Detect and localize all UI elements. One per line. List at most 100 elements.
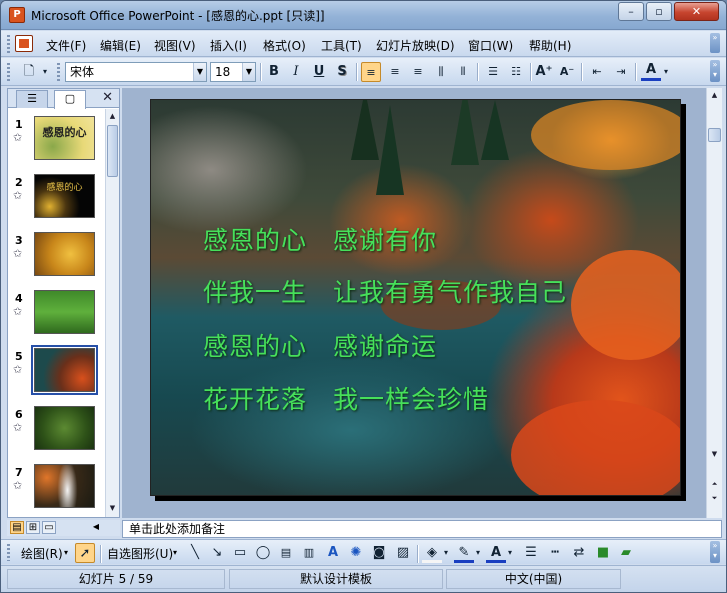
menu-grip[interactable]	[7, 35, 10, 53]
menu-slideshow[interactable]: 幻灯片放映(D)	[376, 37, 455, 54]
scroll-down-arrow-icon[interactable]: ▼	[708, 448, 721, 461]
slide-thumbnail-6[interactable]: 6 ✩	[8, 403, 104, 453]
slide-text-line-4[interactable]: 花开花落 我一样会珍惜	[203, 380, 489, 416]
slide-text-line-3[interactable]: 感恩的心 感谢命运	[203, 327, 437, 363]
bold-button[interactable]: B	[264, 62, 284, 82]
align-center-icon[interactable]: ≡	[385, 62, 405, 82]
text-color-icon[interactable]: A	[486, 543, 506, 563]
font-color-chevron-icon[interactable]: ▾	[661, 62, 671, 82]
decrease-font-button[interactable]: A⁻	[557, 62, 577, 82]
notes-field[interactable]: 单击此处添加备注	[122, 520, 722, 538]
shadow-button[interactable]: S	[332, 62, 352, 82]
scrollbar-thumb[interactable]	[708, 128, 721, 142]
drawing-toolbar-grip[interactable]	[7, 544, 10, 561]
font-color-button[interactable]: A	[641, 62, 661, 81]
menu-insert[interactable]: 插入(I)	[210, 37, 247, 54]
shadow-style-icon[interactable]: ■	[593, 543, 613, 563]
menu-format[interactable]: 格式(O)	[263, 37, 306, 54]
textbox-icon[interactable]: ▤	[276, 543, 296, 563]
align-right-icon[interactable]: ≡	[408, 62, 428, 82]
slide-text-line-1[interactable]: 感恩的心 感谢有你	[203, 221, 437, 257]
font-size-combo[interactable]: 18 ▼	[210, 62, 256, 82]
rectangle-icon[interactable]: ▭	[230, 543, 250, 563]
align-left-icon[interactable]: ≡	[361, 62, 381, 82]
scroll-down-arrow-icon[interactable]: ▼	[107, 502, 118, 515]
increase-font-button[interactable]: A⁺	[534, 62, 554, 82]
slide-thumbnail-4[interactable]: 4 ✩	[8, 287, 104, 337]
draw-menu-button[interactable]: 绘图(R)	[21, 545, 63, 562]
clipart-icon[interactable]: ◙	[369, 543, 389, 563]
slides-pane-scrollbar[interactable]: ▲ ▼	[105, 109, 119, 517]
picture-icon[interactable]: ▨	[393, 543, 413, 563]
chevron-down-icon[interactable]: ▼	[242, 63, 255, 81]
slide-text-line-2[interactable]: 伴我一生 让我有勇气作我自己	[203, 273, 567, 309]
menu-help[interactable]: 帮助(H)	[529, 37, 571, 54]
arrow-icon[interactable]: ↘	[207, 543, 227, 563]
font-name-combo[interactable]: 宋体 ▼	[65, 62, 207, 82]
menu-edit[interactable]: 编辑(E)	[100, 37, 141, 54]
autoshapes-chevron-icon[interactable]: ▾	[173, 548, 177, 557]
tab-slides[interactable]: ▢	[54, 90, 86, 109]
diagram-icon[interactable]: ✺	[346, 543, 366, 563]
fill-color-chevron-icon[interactable]: ▾	[441, 543, 451, 563]
slide-thumbnail-3[interactable]: 3 ✩	[8, 229, 104, 279]
line-color-chevron-icon[interactable]: ▾	[473, 543, 483, 563]
line-icon[interactable]: ╲	[185, 543, 205, 563]
autoshapes-menu-button[interactable]: 自选图形(U)	[107, 545, 173, 562]
fill-color-icon[interactable]: ◈	[422, 543, 442, 563]
line-style-icon[interactable]: ☰	[521, 543, 541, 563]
slide-thumbnail-5[interactable]: 5 ✩	[8, 345, 104, 395]
slide-scrollbar[interactable]: ▲ ▼ ⏶ ⏷	[706, 88, 722, 518]
pane-close-icon[interactable]: ✕	[102, 90, 113, 106]
scrollbar-thumb[interactable]	[107, 125, 118, 177]
menu-view[interactable]: 视图(V)	[154, 37, 196, 54]
decrease-indent-icon[interactable]: ⇤	[587, 62, 607, 82]
numbering-icon[interactable]: ☰	[483, 62, 503, 82]
oval-icon[interactable]: ◯	[253, 543, 273, 563]
distributed-align-icon[interactable]: ⫼	[431, 62, 451, 82]
new-document-icon[interactable]: 🗋	[19, 62, 39, 82]
toolbar-overflow-chevron-icon[interactable]: » ▾	[710, 60, 720, 82]
text-color-chevron-icon[interactable]: ▾	[505, 543, 515, 563]
chevron-down-icon[interactable]: ▼	[193, 63, 206, 81]
document-icon[interactable]	[15, 35, 33, 52]
slideshow-view-icon[interactable]: ▭	[42, 521, 56, 534]
slide-thumbnail-1[interactable]: 1 ✩ 感恩的心	[8, 113, 104, 163]
menu-window[interactable]: 窗口(W)	[468, 37, 513, 54]
3d-style-icon[interactable]: ▰	[616, 543, 636, 563]
arrow-style-icon[interactable]: ⇄	[569, 543, 589, 563]
menu-file[interactable]: 文件(F)	[46, 37, 86, 54]
normal-view-icon[interactable]: ▤	[10, 521, 24, 534]
current-slide[interactable]: 感恩的心 感谢有你 伴我一生 让我有勇气作我自己 感恩的心 感谢命运 花开花落 …	[150, 99, 681, 496]
previous-slide-icon[interactable]: ⏶	[708, 478, 721, 491]
draw-menu-chevron-icon[interactable]: ▾	[64, 548, 68, 557]
select-pointer-icon[interactable]: ➚	[75, 543, 95, 563]
scroll-left-arrow-icon[interactable]: ◀	[89, 521, 103, 534]
slide-sorter-view-icon[interactable]: ⊞	[26, 521, 40, 534]
powerpoint-app-icon[interactable]: P	[9, 7, 25, 23]
line-color-icon[interactable]: ✎	[454, 543, 474, 563]
column-align-icon[interactable]: ⦀	[453, 62, 473, 82]
bullets-icon[interactable]: ☷	[506, 62, 526, 82]
dash-style-icon[interactable]: ┅	[545, 543, 565, 563]
toolbar-grip[interactable]	[7, 63, 10, 81]
drawing-overflow-chevron-icon[interactable]: » ▾	[710, 541, 720, 563]
tab-outline[interactable]: ☰	[16, 90, 48, 108]
slide-thumbnail-7[interactable]: 7 ✩	[8, 461, 104, 511]
toolbar-options-chevron-icon[interactable]: ▾	[39, 62, 51, 82]
vertical-textbox-icon[interactable]: ▥	[299, 543, 319, 563]
next-slide-icon[interactable]: ⏷	[708, 492, 721, 505]
close-button[interactable]: ✕	[674, 2, 719, 21]
scroll-up-arrow-icon[interactable]: ▲	[708, 89, 721, 102]
menu-overflow-chevron-icon[interactable]: »	[710, 33, 720, 53]
scroll-up-arrow-icon[interactable]: ▲	[107, 110, 118, 123]
italic-button[interactable]: I	[286, 62, 306, 82]
toolbar-grip-2[interactable]	[57, 63, 60, 81]
slide-thumbnail-2[interactable]: 2 ✩ 感恩的心	[8, 171, 104, 221]
menu-tools[interactable]: 工具(T)	[321, 37, 362, 54]
underline-button[interactable]: U	[309, 62, 329, 82]
increase-indent-icon[interactable]: ⇥	[611, 62, 631, 82]
restore-button[interactable]: ▫	[646, 2, 672, 21]
minimize-button[interactable]: –	[618, 2, 644, 21]
wordart-icon[interactable]: A	[323, 543, 343, 563]
